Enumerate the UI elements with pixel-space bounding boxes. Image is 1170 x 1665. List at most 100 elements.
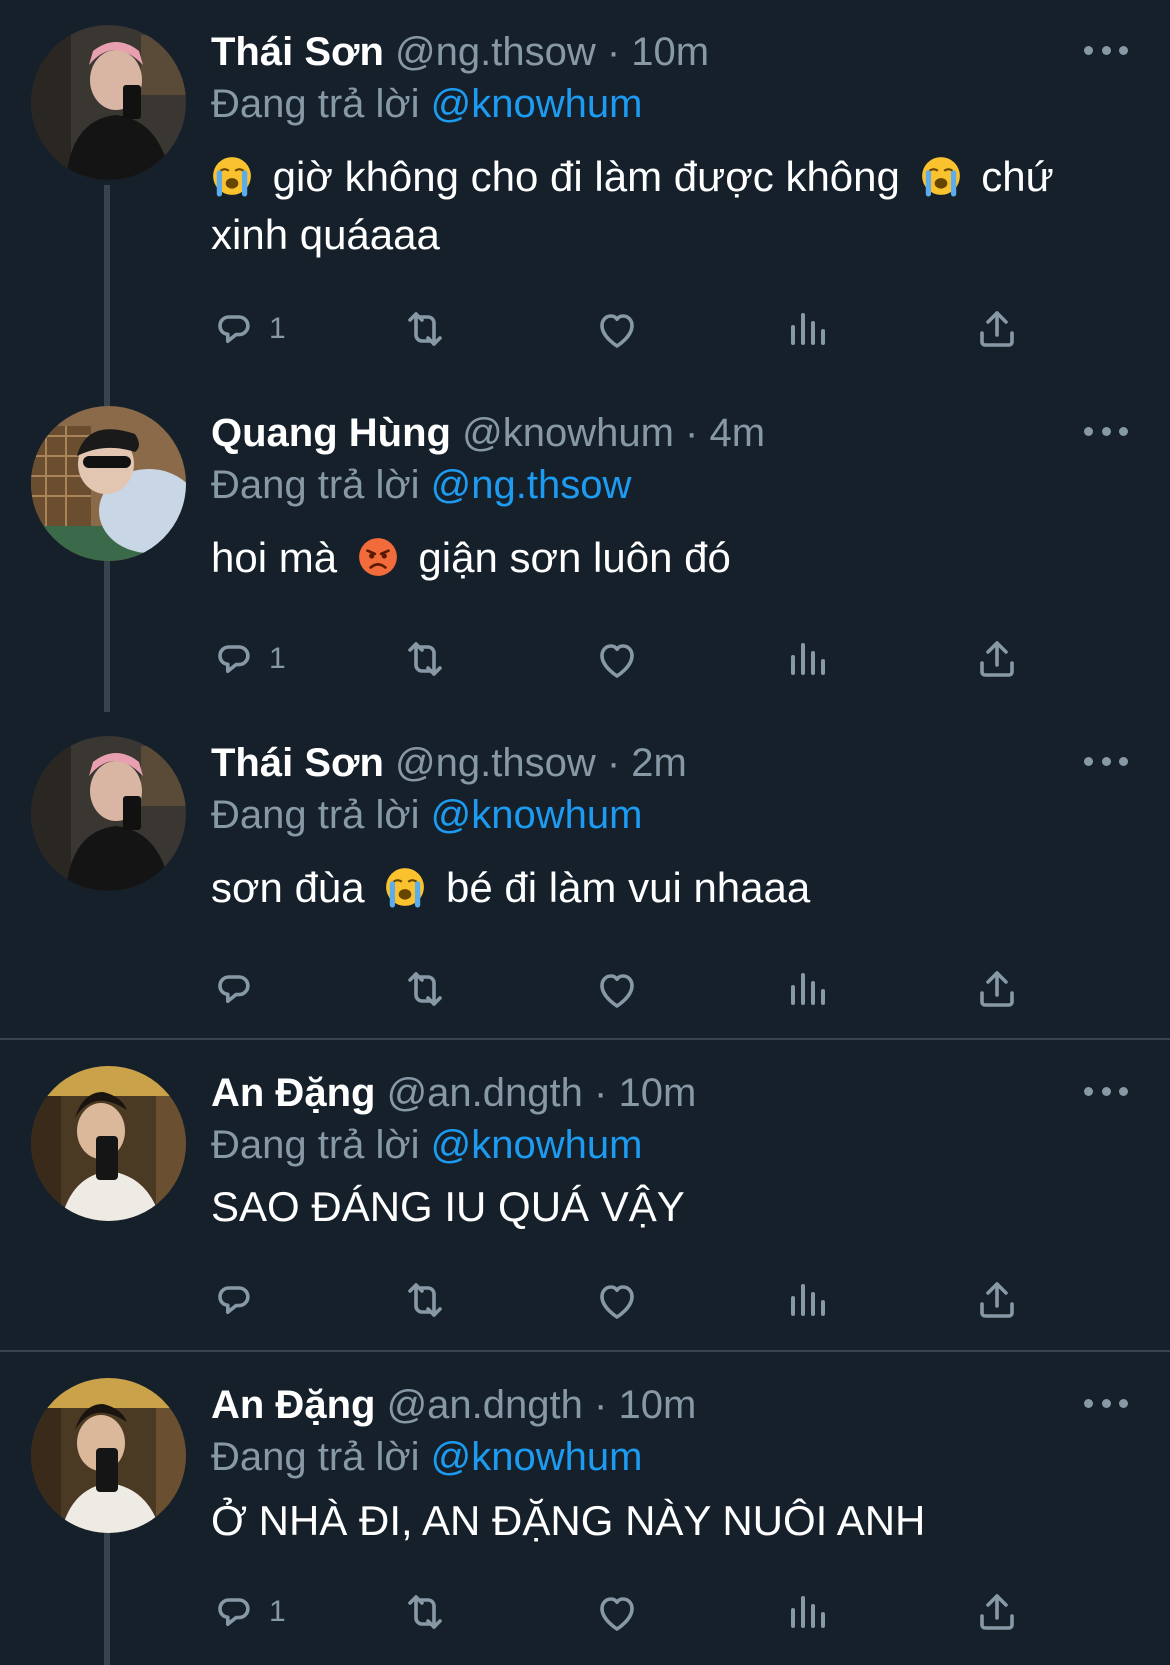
user-handle[interactable]: @knowhum [462, 411, 674, 455]
tweet-actions [211, 959, 1071, 1019]
tweet[interactable]: Thái Sơn @ng.thsow · 10m Đang trả lời @k… [0, 25, 1170, 365]
share-button[interactable] [973, 959, 1021, 1019]
tweet-divider [0, 1038, 1170, 1040]
retweet-button[interactable] [401, 959, 449, 1019]
replying-to: Đang trả lời @knowhum [211, 1430, 642, 1484]
replying-to-handle[interactable]: @knowhum [431, 82, 643, 126]
tweet-header: An Đặng @an.dngth · 10m [211, 1378, 696, 1432]
tweet-text-part: sơn đùa [211, 864, 365, 911]
share-icon [973, 965, 1021, 1013]
tweet-header: Quang Hùng @knowhum · 4m [211, 406, 765, 460]
avatar[interactable] [31, 406, 186, 561]
analytics-icon [783, 965, 831, 1013]
retweet-button[interactable] [401, 299, 449, 359]
replying-to-handle[interactable]: @knowhum [431, 793, 643, 837]
retweet-button[interactable] [401, 1270, 449, 1330]
replying-to: Đang trả lời @knowhum [211, 1118, 642, 1172]
share-button[interactable] [973, 629, 1021, 689]
analytics-button[interactable] [783, 1270, 831, 1330]
share-button[interactable] [973, 299, 1021, 359]
like-button[interactable] [593, 629, 641, 689]
tweet[interactable]: Quang Hùng @knowhum · 4m Đang trả lời @n… [0, 406, 1170, 686]
loudly-crying-face-icon [211, 155, 253, 197]
user-handle[interactable]: @an.dngth [387, 1071, 583, 1115]
like-icon [593, 305, 641, 353]
like-button[interactable] [593, 959, 641, 1019]
retweet-button[interactable] [401, 1582, 449, 1642]
reply-count: 1 [269, 642, 286, 675]
tweet-text-part: hoi mà [211, 534, 338, 581]
display-name[interactable]: Thái Sơn [211, 30, 384, 74]
timestamp[interactable]: 2m [631, 741, 687, 785]
user-handle[interactable]: @ng.thsow [395, 30, 596, 74]
tweet-text-part: bé đi làm vui nhaaa [446, 864, 811, 911]
replying-to-label: Đang trả lời [211, 82, 420, 126]
separator-dot: · [685, 411, 699, 455]
display-name[interactable]: An Đặng [211, 1383, 375, 1427]
reply-button[interactable]: 1 [211, 1582, 286, 1642]
analytics-button[interactable] [783, 299, 831, 359]
replying-to-handle[interactable]: @knowhum [431, 1435, 643, 1479]
analytics-button[interactable] [783, 1582, 831, 1642]
analytics-button[interactable] [783, 629, 831, 689]
avatar[interactable] [31, 25, 186, 180]
reply-button[interactable]: 1 [211, 629, 286, 689]
reply-button[interactable] [211, 959, 269, 1019]
more-options-icon[interactable] [1084, 1076, 1128, 1106]
tweet[interactable]: Thái Sơn @ng.thsow · 2m Đang trả lời @kn… [0, 736, 1170, 1016]
reply-count: 1 [269, 1595, 286, 1628]
display-name[interactable]: Quang Hùng [211, 411, 451, 455]
reply-button[interactable] [211, 1270, 269, 1330]
tweet[interactable]: An Đặng @an.dngth · 10m Đang trả lời @kn… [0, 1378, 1170, 1665]
like-button[interactable] [593, 299, 641, 359]
like-icon [593, 635, 641, 683]
timestamp[interactable]: 4m [709, 411, 765, 455]
retweet-button[interactable] [401, 629, 449, 689]
analytics-icon [783, 305, 831, 353]
user-handle[interactable]: @ng.thsow [395, 741, 596, 785]
retweet-icon [401, 1588, 449, 1636]
tweet-text: Ở NHÀ ĐI, AN ĐẶNG NÀY NUÔI ANH [211, 1492, 1111, 1550]
reply-icon [211, 305, 259, 353]
reply-button[interactable]: 1 [211, 299, 286, 359]
avatar[interactable] [31, 1378, 186, 1533]
retweet-icon [401, 1276, 449, 1324]
reply-icon [211, 1276, 259, 1324]
display-name[interactable]: An Đặng [211, 1071, 375, 1115]
more-options-icon[interactable] [1084, 416, 1128, 446]
reply-icon [211, 965, 259, 1013]
like-button[interactable] [593, 1270, 641, 1330]
avatar[interactable] [31, 736, 186, 891]
share-icon [973, 635, 1021, 683]
more-options-icon[interactable] [1084, 1388, 1128, 1418]
share-button[interactable] [973, 1270, 1021, 1330]
tweet-text-part: Ở NHÀ ĐI, AN ĐẶNG NÀY NUÔI ANH [211, 1497, 926, 1544]
timestamp[interactable]: 10m [618, 1071, 696, 1115]
replying-to: Đang trả lời @knowhum [211, 788, 642, 842]
loudly-crying-face-icon [920, 155, 962, 197]
replying-to-handle[interactable]: @knowhum [431, 1123, 643, 1167]
replying-to-label: Đang trả lời [211, 1123, 420, 1167]
share-icon [973, 1276, 1021, 1324]
display-name[interactable]: Thái Sơn [211, 741, 384, 785]
replying-to-handle[interactable]: @ng.thsow [431, 463, 632, 507]
replying-to-label: Đang trả lời [211, 793, 420, 837]
share-icon [973, 305, 1021, 353]
more-options-icon[interactable] [1084, 746, 1128, 776]
more-options-icon[interactable] [1084, 35, 1128, 65]
retweet-icon [401, 305, 449, 353]
analytics-button[interactable] [783, 959, 831, 1019]
analytics-icon [783, 635, 831, 683]
retweet-icon [401, 965, 449, 1013]
user-handle[interactable]: @an.dngth [387, 1383, 583, 1427]
tweet[interactable]: An Đặng @an.dngth · 10m Đang trả lời @kn… [0, 1066, 1170, 1341]
share-button[interactable] [973, 1582, 1021, 1642]
tweet-divider [0, 1350, 1170, 1352]
timestamp[interactable]: 10m [631, 30, 709, 74]
like-button[interactable] [593, 1582, 641, 1642]
tweet-actions: 1 [211, 299, 1071, 359]
loudly-crying-face-icon [384, 866, 426, 908]
analytics-icon [783, 1276, 831, 1324]
timestamp[interactable]: 10m [618, 1383, 696, 1427]
avatar[interactable] [31, 1066, 186, 1221]
